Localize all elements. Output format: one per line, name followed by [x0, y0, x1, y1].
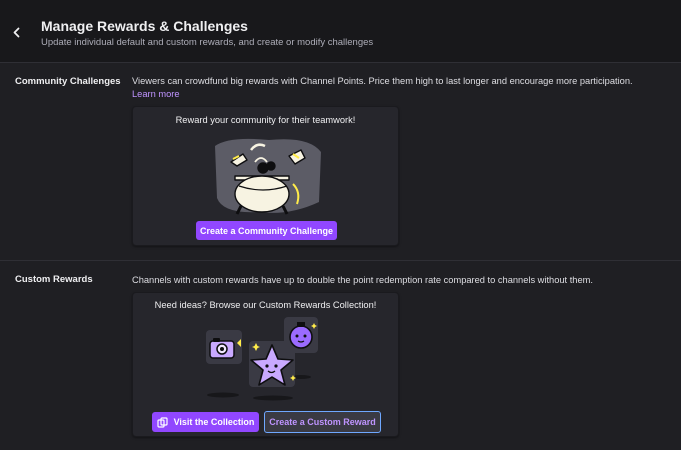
create-custom-reward-button[interactable]: Create a Custom Reward	[264, 411, 381, 433]
custom-rewards-card: Need ideas? Browse our Custom Rewards Co…	[132, 292, 399, 437]
visit-collection-label: Visit the Collection	[173, 417, 255, 427]
camera-icon	[206, 330, 242, 364]
custom-rewards-label: Custom Rewards	[15, 274, 93, 285]
community-challenges-description: Viewers can crowdfund big rewards with C…	[132, 75, 657, 100]
potion-icon	[284, 317, 318, 353]
page-header: Manage Rewards & Challenges Update indiv…	[0, 6, 681, 62]
community-challenges-label: Community Challenges	[15, 76, 121, 87]
custom-rewards-illustration	[206, 317, 318, 401]
page-subtitle: Update individual default and custom rew…	[41, 37, 374, 48]
community-challenge-card: Reward your community for their teamwork…	[132, 106, 399, 246]
header-divider	[0, 62, 681, 63]
custom-rewards-description: Channels with custom rewards have up to …	[132, 275, 593, 285]
community-challenges-description-text: Viewers can crowdfund big rewards with C…	[132, 76, 633, 86]
back-button[interactable]	[8, 24, 24, 40]
visit-collection-button[interactable]: Visit the Collection	[152, 412, 259, 432]
page-title: Manage Rewards & Challenges	[41, 18, 248, 34]
cauldron-illustration	[215, 138, 321, 215]
learn-more-link[interactable]: Learn more	[132, 89, 180, 99]
community-challenge-card-title: Reward your community for their teamwork…	[175, 115, 356, 125]
copy-icon	[156, 416, 168, 428]
create-community-challenge-button[interactable]: Create a Community Challenge	[196, 221, 337, 240]
section-divider	[0, 260, 681, 261]
custom-rewards-card-title: Need ideas? Browse our Custom Rewards Co…	[154, 300, 377, 310]
chevron-left-icon	[13, 27, 19, 37]
